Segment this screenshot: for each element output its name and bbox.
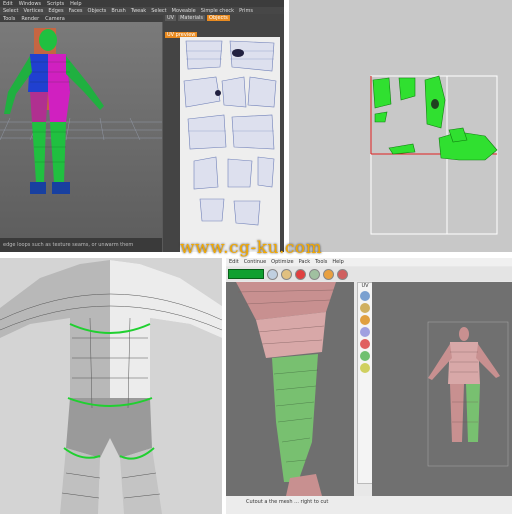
pack-icon[interactable] [337,268,348,280]
uv-islands [183,40,277,226]
move-icon[interactable] [281,268,292,280]
tab-objects[interactable]: Objects [207,15,230,21]
checker-icon[interactable] [360,339,370,349]
menu-bar-4: Edit Continue Optimize Pack Tools Help [226,258,512,266]
menu-help[interactable]: Help [70,1,81,7]
uv-editor-panel: UV Materials Objects UV preview [163,14,284,252]
toolbar-4 [226,267,512,281]
view-label: UV [361,283,369,289]
menu-bar: Edit Windows Scripts Help [0,0,284,7]
weld-icon[interactable] [309,268,320,280]
toolbar-faces[interactable]: Faces [69,8,83,14]
side-toolbar: UV [357,282,373,484]
toolbar-select[interactable]: Select [3,8,18,14]
full-body-mesh [427,321,509,467]
view-side-icon[interactable] [360,303,370,313]
mode-indicator[interactable] [228,269,264,279]
menu-help-4[interactable]: Help [332,259,343,265]
unwrap-app-window: Edit Continue Optimize Pack Tools Help U… [226,258,512,514]
uv-editor-window: Edit Windows Scripts Help Select Vertice… [0,0,284,252]
seam-icon[interactable] [360,351,370,361]
status-bar: edge loops such as texture seams, or unw… [0,238,162,252]
leg-viewport[interactable] [226,282,354,496]
green-uv-islands [370,75,498,235]
uv-layout[interactable] [180,37,280,252]
unfold-icon[interactable] [323,268,334,280]
character-model [0,28,162,194]
menu-pack[interactable]: Pack [299,259,311,265]
select-icon[interactable] [267,268,278,280]
site-watermark: www.cg-ku.com [180,238,323,258]
menu-edit-4[interactable]: Edit [229,259,239,265]
tab-materials[interactable]: Materials [178,15,206,21]
full-body-viewport[interactable] [372,282,512,496]
toolbar-vertices[interactable]: Vertices [23,8,43,14]
grid-icon[interactable] [360,327,370,337]
viewport-toolbar: Tools Render Camera [0,15,163,22]
3d-viewport[interactable] [0,22,162,238]
toolbar-brush[interactable]: Brush [111,8,125,14]
status-bar-4: Cutout a the mesh ... right to cut [226,496,512,514]
menu-windows[interactable]: Windows [19,1,41,7]
uv-tabs: UV Materials Objects [165,15,230,21]
uv-pack-view[interactable] [289,0,512,252]
vp-tools[interactable]: Tools [3,16,15,22]
vp-render[interactable]: Render [21,16,39,22]
menu-continue[interactable]: Continue [244,259,266,265]
leg-mesh [236,282,336,496]
menu-edit[interactable]: Edit [3,1,13,7]
axis-icon[interactable] [360,363,370,373]
tab-uv[interactable]: UV [165,15,177,21]
toolbar-edges[interactable]: Edges [48,8,63,14]
mesh-icon [0,260,222,514]
menu-optimize[interactable]: Optimize [271,259,293,265]
view-front-icon[interactable] [360,291,370,301]
menu-scripts[interactable]: Scripts [47,1,64,7]
menu-tools[interactable]: Tools [315,259,327,265]
toolbar-objects[interactable]: Objects [88,8,107,14]
light-icon[interactable] [360,315,370,325]
toolbar-tweak[interactable]: Tweak [131,8,146,14]
mesh-seam-view[interactable] [0,258,222,514]
cut-icon[interactable] [295,268,306,280]
status-text: edge loops such as texture seams, or unw… [3,242,134,248]
vp-camera[interactable]: Camera [45,16,65,22]
status-text-4: Cutout a the mesh ... right to cut [246,499,329,505]
